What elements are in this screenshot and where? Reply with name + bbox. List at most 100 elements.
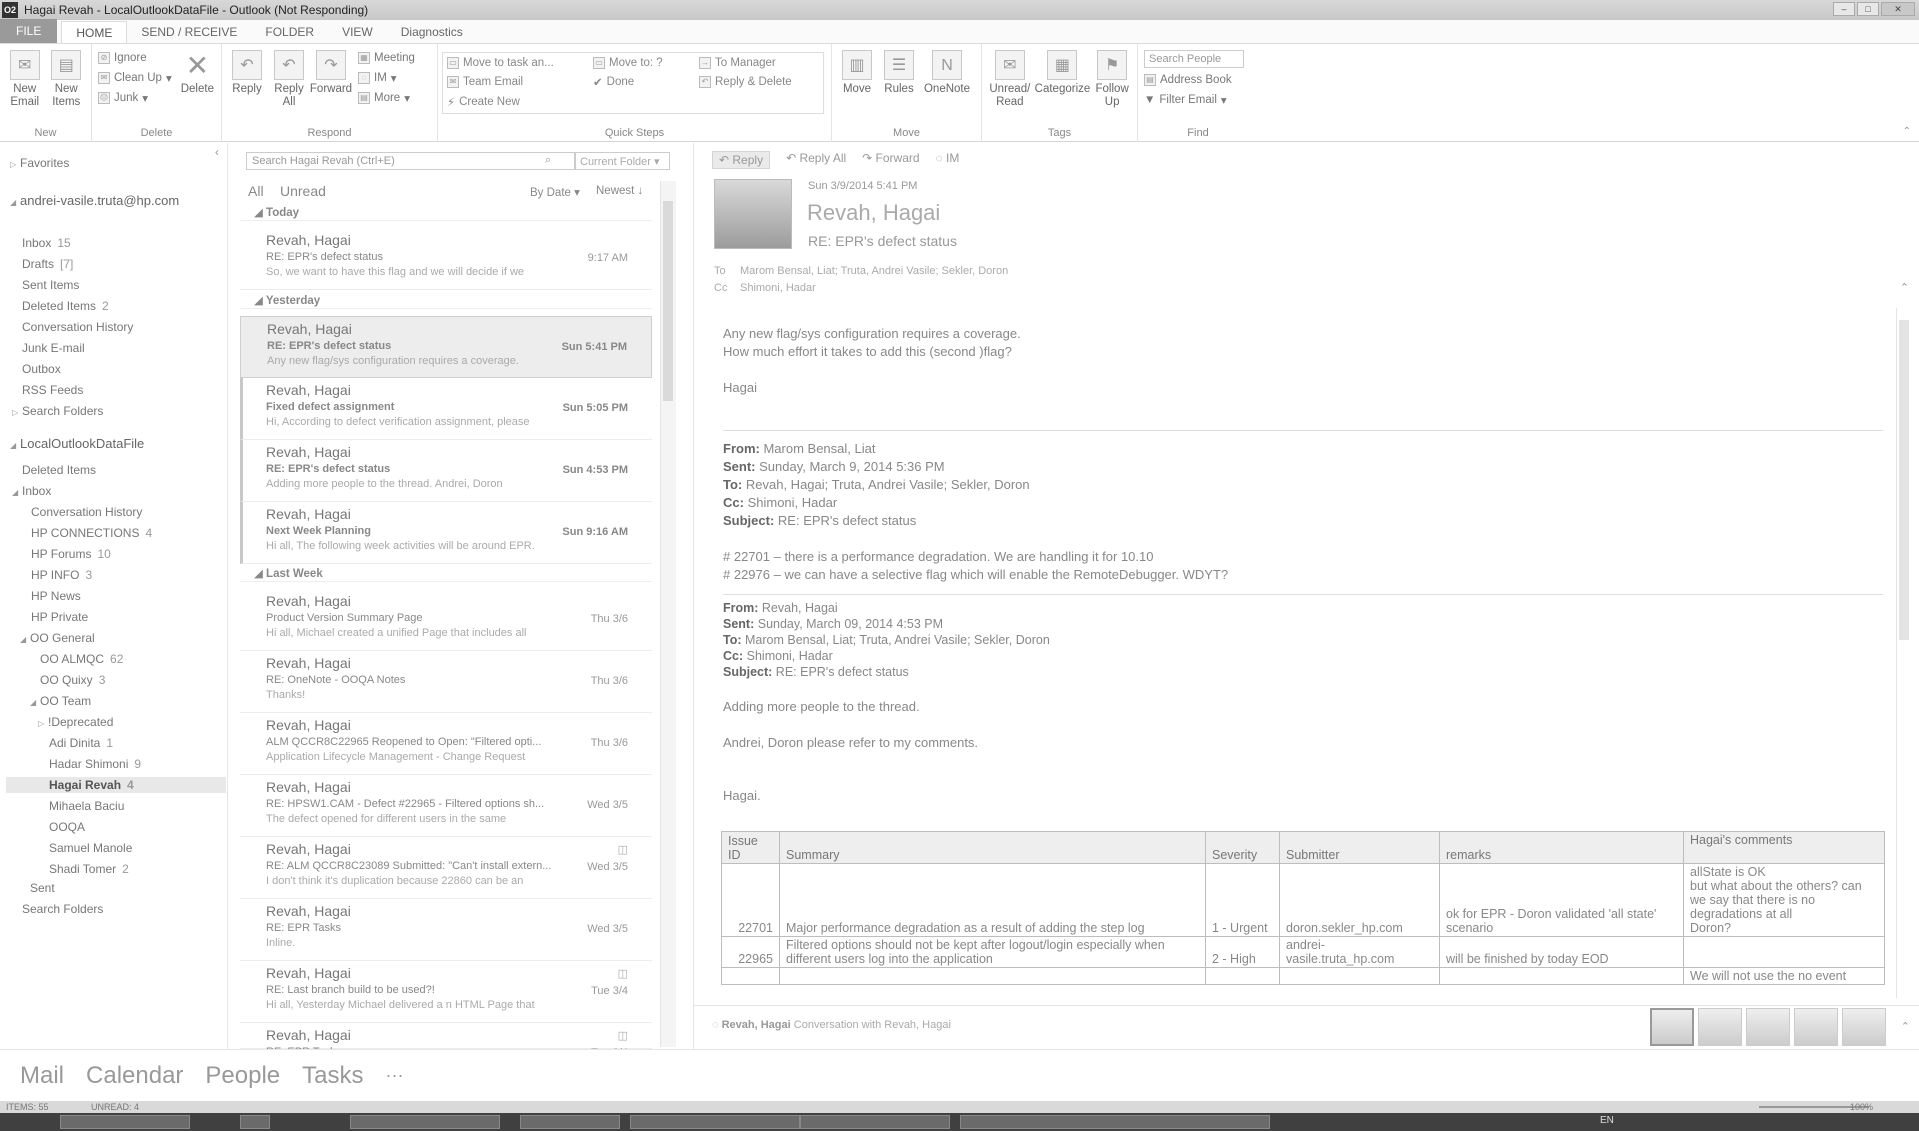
close-button[interactable]: ✕ [1881, 2, 1915, 16]
tab-folder[interactable]: FOLDER [251, 21, 328, 43]
message-row[interactable]: Revah, Hagai RE: EPR's defect status Addin… [240, 440, 652, 502]
reading-reply-button[interactable]: ↶ Reply [712, 151, 771, 169]
person-thumbnail[interactable] [1794, 1008, 1838, 1046]
nav-mail[interactable]: Mail [20, 1062, 64, 1090]
folder-adi-dinita[interactable]: Adi Dinita 1 [49, 735, 113, 751]
message-row[interactable]: Revah, Hagai RE: OneNote - OOQA Notes Than… [240, 651, 652, 713]
folder-shadi-tomer[interactable]: Shadi Tomer 2 [49, 861, 129, 877]
message-row[interactable]: Revah, Hagai RE: EPR Tasks Inline. Wed 3/5 [240, 899, 652, 961]
message-row[interactable]: Revah, Hagai RE: HPSW1.CAM - Defect #2296… [240, 775, 652, 837]
reading-forward-button[interactable]: ↷ Forward [862, 151, 919, 169]
folder-hp-info[interactable]: HP INFO 3 [31, 567, 92, 583]
minimize-button[interactable]: – [1833, 2, 1855, 16]
collapse-header-icon[interactable]: ⌃ [1900, 281, 1909, 294]
folder-oo-team[interactable]: ◢ OO Team [30, 693, 97, 709]
message-row[interactable]: Revah, Hagai RE: EPR's defect status So, w… [240, 228, 652, 290]
reading-reply-all-button[interactable]: ↶ Reply All [786, 151, 846, 169]
cc-recipients[interactable]: Shimoni, Hadar [740, 282, 816, 294]
folder-hagai-revah[interactable]: Hagai Revah 4 [6, 777, 226, 793]
group-header[interactable]: ◢ Last Week [240, 566, 652, 582]
folder--deprecated[interactable]: ▷ !Deprecated [38, 714, 119, 730]
quick-step-reply-delete[interactable]: ↶ Reply & Delete [699, 74, 819, 90]
taskbar-item[interactable] [60, 1115, 190, 1129]
folder-rss-feeds[interactable]: RSS Feeds [22, 382, 89, 398]
address-book-button[interactable]: ▤ Address Book [1144, 72, 1244, 88]
folder-sent[interactable]: Sent [30, 880, 55, 896]
meeting-response-icon[interactable]: ◫ [618, 967, 628, 980]
expand-people-pane-icon[interactable]: ⌃ [1901, 1020, 1910, 1033]
folder-search-folders[interactable]: ▷ Search Folders [12, 403, 109, 419]
quick-step-done[interactable]: ✔ Done [593, 74, 693, 90]
search-scope-dropdown[interactable]: Current Folder ▾ [574, 152, 670, 170]
nav-calendar[interactable]: Calendar [86, 1062, 183, 1090]
tab-view[interactable]: VIEW [328, 21, 387, 43]
quick-step-team-email[interactable]: ✉ Team Email [447, 74, 587, 90]
taskbar-item[interactable] [630, 1115, 800, 1129]
taskbar-item[interactable] [800, 1115, 950, 1129]
person-thumbnail[interactable] [1698, 1008, 1742, 1046]
folder-hp-news[interactable]: HP News [31, 588, 87, 604]
reading-im-button[interactable]: ◌ IM [936, 151, 960, 169]
sort-by-dropdown[interactable]: By Date ▾ [530, 185, 580, 199]
quick-step-move-to[interactable]: ▭ Move to: ? [593, 55, 693, 71]
folder-hp-connections[interactable]: HP CONNECTIONS 4 [31, 525, 152, 541]
nav-more[interactable]: ··· [386, 1065, 404, 1086]
folder-mihaela-baciu[interactable]: Mihaela Baciu [49, 798, 130, 814]
tab-diagnostics[interactable]: Diagnostics [387, 21, 477, 43]
maximize-button[interactable]: □ [1857, 2, 1879, 16]
taskbar-item[interactable] [350, 1115, 500, 1129]
local-file-header[interactable]: ◢ LocalOutlookDataFile [10, 436, 144, 452]
to-recipients[interactable]: Marom Bensal, Liat; Truta, Andrei Vasile… [740, 265, 1008, 277]
folder-outbox[interactable]: Outbox [22, 361, 67, 377]
folder-conversation-history[interactable]: Conversation History [31, 504, 148, 520]
message-row[interactable]: Revah, Hagai ALM QCCR8C22965 Reopened to … [240, 713, 652, 775]
folder-inbox[interactable]: ◢ Inbox [12, 483, 51, 499]
scrollbar-thumb[interactable] [1899, 320, 1909, 640]
language-indicator[interactable]: EN [1600, 1115, 1614, 1126]
folder-hadar-shimoni[interactable]: Hadar Shimoni 9 [49, 756, 141, 772]
message-row[interactable]: Revah, Hagai RE: Last branch build to be … [240, 961, 652, 1023]
tab-file[interactable]: FILE [0, 19, 58, 43]
sender-avatar[interactable] [714, 179, 792, 249]
folder-local-deleted-items[interactable]: Deleted Items [22, 462, 96, 478]
folder-oo-quixy[interactable]: OO Quixy 3 [40, 672, 105, 688]
person-thumbnail[interactable] [1842, 1008, 1886, 1046]
message-row[interactable]: Revah, Hagai Fixed defect assignment Hi, A… [240, 378, 652, 440]
folder-conversation-history[interactable]: Conversation History [22, 319, 139, 335]
folder-ooqa[interactable]: OOQA [49, 819, 91, 835]
folder-deleted-items[interactable]: Deleted Items 2 [22, 298, 109, 314]
people-pane-name[interactable]: Revah, Hagai [722, 1019, 791, 1031]
favorites-header[interactable]: ▷ Favorites [10, 155, 69, 171]
filter-all[interactable]: All [248, 183, 264, 199]
message-row[interactable]: Revah, Hagai RE: ALM QCCR8C23089 Submitte… [240, 837, 652, 899]
quick-step-move-to-task[interactable]: ▭ Move to task an... [447, 55, 587, 71]
meeting-response-icon[interactable]: ◫ [618, 843, 628, 856]
more-button[interactable]: ▤ More ▾ [358, 90, 415, 106]
scrollbar-thumb[interactable] [663, 201, 673, 401]
nav-tasks[interactable]: Tasks [302, 1062, 363, 1090]
sort-order-toggle[interactable]: Newest ↓ [596, 185, 643, 197]
clean-up-button[interactable]: ✉ Clean Up ▾ [98, 70, 172, 86]
taskbar-item[interactable] [240, 1115, 270, 1129]
filter-unread[interactable]: Unread [280, 183, 326, 199]
meeting-response-icon[interactable]: ◫ [618, 1029, 628, 1042]
folder-hp-forums[interactable]: HP Forums 10 [31, 546, 111, 562]
folder-sent-items[interactable]: Sent Items [22, 277, 85, 293]
folder-oo-almqc[interactable]: OO ALMQC 62 [40, 651, 123, 667]
collapse-folder-pane-icon[interactable]: ‹ [215, 145, 219, 159]
search-mailbox-input[interactable]: Search Hagai Revah (Ctrl+E) [246, 152, 576, 170]
message-row[interactable]: Revah, Hagai Next Week Planning Hi all, Th… [240, 502, 652, 564]
group-header[interactable]: ◢ Today [240, 205, 652, 221]
taskbar-item[interactable] [960, 1115, 1270, 1129]
folder-inbox[interactable]: Inbox 15 [22, 235, 71, 251]
message-sender[interactable]: Revah, Hagai [807, 200, 940, 226]
nav-people[interactable]: People [205, 1062, 280, 1090]
folder-search-folders[interactable]: Search Folders [22, 901, 103, 917]
meeting-button[interactable]: ▦ Meeting [358, 50, 415, 66]
collapse-ribbon-icon[interactable]: ⌃ [1903, 126, 1911, 137]
message-row[interactable]: Revah, Hagai RE: EPR's defect status Any n… [240, 316, 652, 378]
tab-home[interactable]: HOME [61, 21, 128, 43]
folder-hp-private[interactable]: HP Private [31, 609, 94, 625]
ignore-button[interactable]: ⊘ Ignore [98, 50, 172, 66]
reading-pane-scrollbar[interactable] [1896, 308, 1912, 998]
